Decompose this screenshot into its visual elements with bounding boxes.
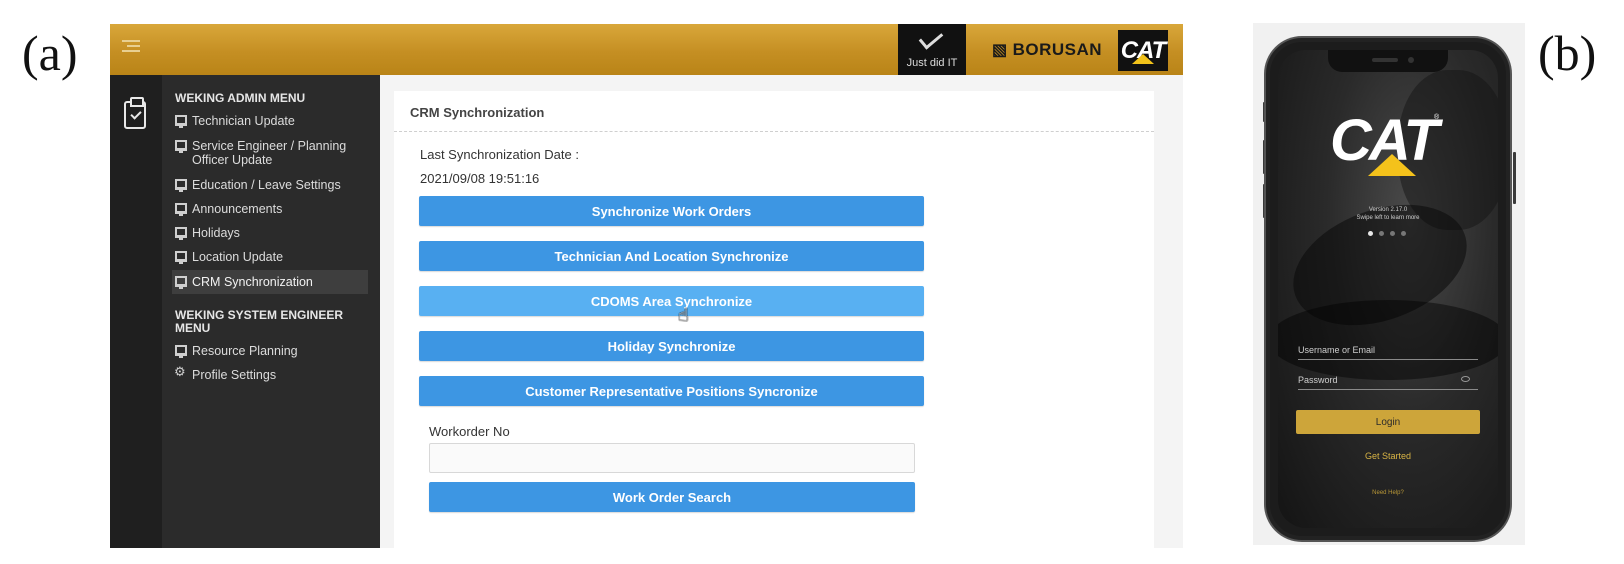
phone-notch — [1328, 50, 1448, 72]
sidebar-item-label: Resource Planning — [192, 344, 298, 358]
username-input[interactable]: Username or Email — [1298, 340, 1478, 360]
sidebar-item-label: Education / Leave Settings — [192, 178, 341, 192]
sidebar-item-label: Service Engineer / Planning Officer Upda… — [192, 139, 347, 167]
cdoms-area-sync-button[interactable]: CDOMS Area Synchronize — [419, 286, 924, 316]
phone-screen: CAT ® Version 2.17.0 Swipe left to learn… — [1278, 50, 1498, 528]
engineer-menu-heading: WEKING SYSTEM ENGINEER MENU — [175, 308, 344, 335]
work-order-search-button[interactable]: Work Order Search — [429, 482, 915, 512]
sidebar-item-label: CRM Synchronization — [192, 275, 313, 289]
sidebar-item-service-engineer-update[interactable]: Service Engineer / Planning Officer Upda… — [175, 139, 367, 167]
monitor-icon — [175, 276, 187, 289]
borusan-text: BORUSAN — [1012, 40, 1103, 59]
sidebar-item-resource-planning[interactable]: Resource Planning — [175, 344, 367, 358]
synchronize-work-orders-button[interactable]: Synchronize Work Orders — [419, 196, 924, 226]
carousel-dot[interactable] — [1401, 231, 1406, 236]
content-panel: CRM Synchronization Last Synchronization… — [394, 91, 1154, 548]
just-did-it-text: Just did IT — [906, 57, 958, 69]
menu-toggle-icon[interactable] — [122, 40, 140, 56]
sidebar-item-crm-synchronization[interactable]: CRM Synchronization — [172, 270, 368, 294]
workorder-no-label: Workorder No — [429, 424, 510, 439]
sidebar-item-label: Holidays — [192, 226, 240, 240]
sidebar-item-label: Technician Update — [192, 114, 295, 128]
last-sync-label: Last Synchronization Date : — [420, 147, 579, 162]
last-sync-date: 2021/09/08 19:51:16 — [420, 171, 540, 186]
monitor-icon — [175, 115, 187, 128]
monitor-icon — [175, 345, 187, 358]
just-did-it-logo: Just did IT — [898, 24, 966, 75]
gears-icon — [174, 366, 187, 380]
web-app-window: Just did IT ▧ BORUSAN CAT WEKING ADMIN M… — [110, 24, 1183, 548]
monitor-icon — [175, 140, 187, 153]
version-info: Version 2.17.0 Swipe left to learn more — [1278, 206, 1498, 222]
carousel-dot[interactable] — [1390, 231, 1395, 236]
carousel-dot[interactable] — [1379, 231, 1384, 236]
sidebar-item-location-update[interactable]: Location Update — [175, 250, 367, 264]
panel-label-a: (a) — [22, 25, 78, 81]
carousel-dots[interactable] — [1368, 231, 1406, 236]
figure-root: (a) (b) Just did IT ▧ BORUSAN CAT WEKING… — [0, 0, 1624, 564]
customer-rep-positions-sync-button[interactable]: Customer Representative Positions Syncro… — [419, 376, 924, 406]
password-placeholder: Password — [1298, 375, 1338, 385]
check-icon — [918, 26, 944, 50]
sidebar-item-technician-update[interactable]: Technician Update — [175, 114, 367, 128]
holiday-sync-button[interactable]: Holiday Synchronize — [419, 331, 924, 361]
cat-logo: CAT ® — [1330, 112, 1440, 182]
swipe-hint-text: Swipe left to learn more — [1356, 215, 1420, 221]
icon-rail — [110, 75, 162, 548]
carousel-dot-active[interactable] — [1368, 231, 1373, 236]
admin-menu-heading: WEKING ADMIN MENU — [175, 91, 306, 105]
version-text: Version 2.17.0 — [1368, 207, 1408, 213]
main-area: CRM Synchronization Last Synchronization… — [380, 75, 1183, 548]
monitor-icon — [175, 179, 187, 192]
cat-triangle-icon — [1132, 54, 1154, 64]
eye-icon[interactable] — [1461, 376, 1470, 382]
sidebar-item-profile-settings[interactable]: Profile Settings — [174, 366, 367, 382]
top-bar: Just did IT ▧ BORUSAN CAT — [110, 24, 1183, 75]
monitor-icon — [175, 251, 187, 264]
sidebar-item-label: Announcements — [192, 202, 283, 216]
borusan-logo: ▧ BORUSAN — [992, 40, 1102, 60]
login-button[interactable]: Login — [1296, 410, 1480, 434]
hand-cursor-icon: ☝ — [678, 305, 689, 326]
cat-logo-header: CAT — [1118, 30, 1168, 71]
sidebar-item-announcements[interactable]: Announcements — [175, 202, 367, 216]
get-started-link[interactable]: Get Started — [1278, 451, 1498, 461]
registered-mark: ® — [1434, 114, 1440, 121]
technician-location-sync-button[interactable]: Technician And Location Synchronize — [419, 241, 924, 271]
need-help-link[interactable]: Need Help? — [1278, 490, 1498, 496]
panel-label-b: (b) — [1538, 25, 1597, 81]
monitor-icon — [175, 203, 187, 216]
workorder-no-input[interactable] — [429, 443, 915, 473]
phone-frame: CAT ® Version 2.17.0 Swipe left to learn… — [1266, 38, 1510, 540]
sidebar: WEKING ADMIN MENU Technician Update Serv… — [162, 75, 380, 548]
sidebar-item-label: Profile Settings — [192, 368, 277, 382]
phone-power-button — [1513, 152, 1516, 204]
title-divider — [394, 131, 1154, 132]
borusan-mark-icon: ▧ — [992, 42, 1008, 59]
page-title: CRM Synchronization — [410, 105, 545, 120]
clipboard-check-icon[interactable] — [124, 97, 146, 129]
monitor-icon — [175, 227, 187, 240]
sidebar-item-holidays[interactable]: Holidays — [175, 226, 367, 240]
sidebar-item-education-leave[interactable]: Education / Leave Settings — [175, 178, 367, 192]
sidebar-item-label: Location Update — [192, 250, 284, 264]
password-input[interactable]: Password — [1298, 370, 1478, 390]
cat-triangle-icon — [1368, 154, 1416, 176]
